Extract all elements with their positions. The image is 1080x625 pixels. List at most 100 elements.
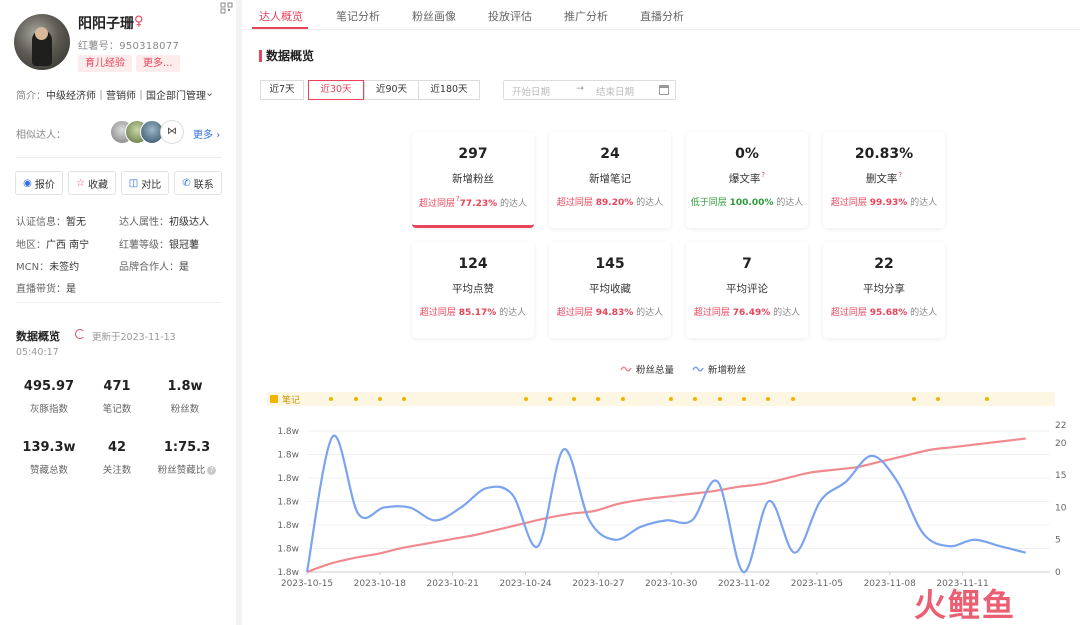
compare-percent: 77.23%: [459, 199, 498, 209]
similar-more-link[interactable]: 更多 ›: [193, 126, 220, 141]
similar-avatar[interactable]: ⋈: [160, 120, 184, 144]
tab-live[interactable]: 直播分析: [640, 8, 684, 24]
female-icon: ♀: [134, 14, 144, 29]
fans-line-chart: 1.8w 1.8w 1.8w 1.8w 1.8w 1.8w 1.8w 0 5 10 15 20 22 20…: [277, 421, 1067, 589]
quote-button[interactable]: ◉ 报价: [15, 171, 63, 195]
tab-fans[interactable]: 粉丝画像: [412, 8, 456, 24]
chevron-right-icon: ›: [216, 130, 221, 141]
tag-parenting[interactable]: 育儿经验: [78, 55, 132, 72]
chart-legend: 粉丝总量 新增粉丝: [620, 362, 746, 376]
avatar: [14, 14, 70, 70]
y-left-tick-label: 1.8w: [277, 545, 299, 555]
metric-label: 新增粉丝: [452, 173, 494, 185]
tab-placement[interactable]: 投放评估: [488, 8, 532, 24]
compare-suffix: 的达人: [499, 308, 527, 318]
calendar-icon[interactable]: [659, 85, 669, 95]
note-dot[interactable]: [572, 397, 577, 401]
note-dot[interactable]: [790, 397, 795, 401]
x-tick-label: 2023-10-27: [572, 579, 624, 589]
note-dot[interactable]: [984, 397, 989, 401]
tag-more[interactable]: 更多...: [136, 55, 180, 72]
note-dot[interactable]: [329, 397, 334, 401]
info-live-commerce: 直播带货：是: [16, 280, 76, 295]
note-dot[interactable]: [693, 397, 698, 401]
note-dot[interactable]: [523, 397, 528, 401]
metric-card-delete-rate[interactable]: 20.83% 删文率? 超过同层 99.93% 的达人: [823, 132, 945, 228]
refresh-icon[interactable]: [75, 329, 85, 339]
metric-card-avg-shares[interactable]: 22 平均分享 超过同层 95.68% 的达人: [823, 242, 945, 338]
note-dot[interactable]: [596, 397, 601, 401]
compare-percent: 95.68%: [869, 308, 908, 318]
metric-card-new-notes[interactable]: 24 新增笔记 超过同层 89.20% 的达人: [549, 132, 671, 228]
divider: [16, 302, 222, 303]
metric-card-avg-collects[interactable]: 145 平均收藏 超过同层 94.83% 的达人: [549, 242, 671, 338]
note-dot[interactable]: [766, 397, 771, 401]
y-right-tick-label: 22: [1055, 421, 1066, 431]
legend-item-new-fans[interactable]: 新增粉丝: [692, 362, 746, 376]
compare-percent: 100.00%: [729, 198, 774, 208]
compare-icon: ◫: [128, 177, 139, 189]
info-mcn: MCN：未签约: [16, 258, 79, 273]
bio-text: 中级经济师｜营销师｜国企部门管理: [46, 91, 206, 102]
range-30d[interactable]: 近30天: [308, 80, 364, 100]
tab-promotion[interactable]: 推广分析: [564, 8, 608, 24]
x-tick-label: 2023-10-18: [354, 579, 407, 589]
series-total-fans-line: [306, 437, 1026, 574]
info-region: 地区：广西 南宁: [16, 236, 89, 251]
info-key: 品牌合作人：: [119, 262, 179, 273]
metric-card-avg-comments[interactable]: 7 平均评论 超过同层 76.49% 的达人: [686, 242, 808, 338]
range-7d[interactable]: 近7天: [260, 80, 304, 100]
compare-suffix: 的达人: [636, 198, 664, 208]
info-level: 红薯等级：银冠薯: [119, 236, 199, 251]
range-90d[interactable]: 近90天: [364, 80, 419, 100]
metric-card-viral-rate[interactable]: 0% 爆文率? 低于同层 100.00% 的达人: [686, 132, 808, 228]
chevron-down-icon[interactable]: ⌄: [205, 86, 214, 99]
metric-compare: 超过同层 89.20% 的达人: [549, 195, 671, 208]
y-right-tick-label: 20: [1055, 439, 1067, 449]
note-dot[interactable]: [402, 397, 407, 401]
stat-label: 笔记数: [102, 404, 132, 415]
stat-label-text: 粉丝赞藏比: [157, 465, 206, 476]
help-icon[interactable]: ?: [761, 171, 765, 179]
metric-value: 22: [874, 256, 894, 272]
stat-fan-ratio: 1:75.3 粉丝赞藏比?: [150, 440, 224, 476]
help-icon[interactable]: ?: [898, 171, 902, 179]
date-range-picker[interactable]: 开始日期 → 结束日期: [503, 80, 676, 100]
note-dot[interactable]: [620, 397, 625, 401]
metric-card-avg-likes[interactable]: 124 平均点赞 超过同层 85.17% 的达人: [412, 242, 534, 338]
x-tick-label: 2023-11-02: [718, 579, 770, 589]
stat-label: 关注数: [102, 465, 132, 476]
metric-compare: 超过同层 76.49% 的达人: [686, 305, 808, 318]
note-dot[interactable]: [717, 397, 722, 401]
contact-label: 联系: [193, 179, 214, 191]
range-180d[interactable]: 近180天: [418, 80, 480, 100]
note-dot[interactable]: [936, 397, 941, 401]
note-dot[interactable]: [547, 397, 552, 401]
qrcode-icon[interactable]: [220, 2, 234, 14]
note-dot[interactable]: [669, 397, 674, 401]
stat-notes: 471 笔记数: [86, 379, 148, 415]
tab-overview[interactable]: 达人概览: [259, 8, 303, 24]
compare-prefix: 超过同层: [830, 308, 867, 318]
note-dot[interactable]: [377, 397, 382, 401]
info-certification: 认证信息：暂无: [16, 213, 86, 228]
metric-label: 平均评论: [726, 283, 768, 295]
compare-prefix: 超过同层: [419, 308, 456, 318]
info-key: 达人属性：: [119, 217, 169, 228]
metric-label: 新增笔记: [589, 173, 631, 185]
stat-value: 1:75.3: [163, 440, 211, 455]
compare-button[interactable]: ◫ 对比: [121, 171, 169, 195]
note-dot[interactable]: [353, 397, 358, 401]
metric-label: 爆文率?: [686, 171, 808, 186]
metric-card-new-fans[interactable]: 297 新增粉丝 超过同层?77.23% 的达人: [412, 132, 534, 228]
start-date-input[interactable]: 开始日期: [512, 84, 550, 98]
contact-button[interactable]: ✆ 联系: [174, 171, 222, 195]
help-icon[interactable]: ?: [207, 466, 217, 475]
red-id: 红薯号：950318077: [78, 41, 180, 52]
note-dot[interactable]: [912, 397, 917, 401]
end-date-input[interactable]: 结束日期: [596, 84, 634, 98]
collect-button[interactable]: ☆ 收藏: [68, 171, 116, 195]
legend-item-total-fans[interactable]: 粉丝总量: [620, 362, 674, 376]
note-dot[interactable]: [742, 397, 747, 401]
tab-notes[interactable]: 笔记分析: [336, 8, 380, 24]
